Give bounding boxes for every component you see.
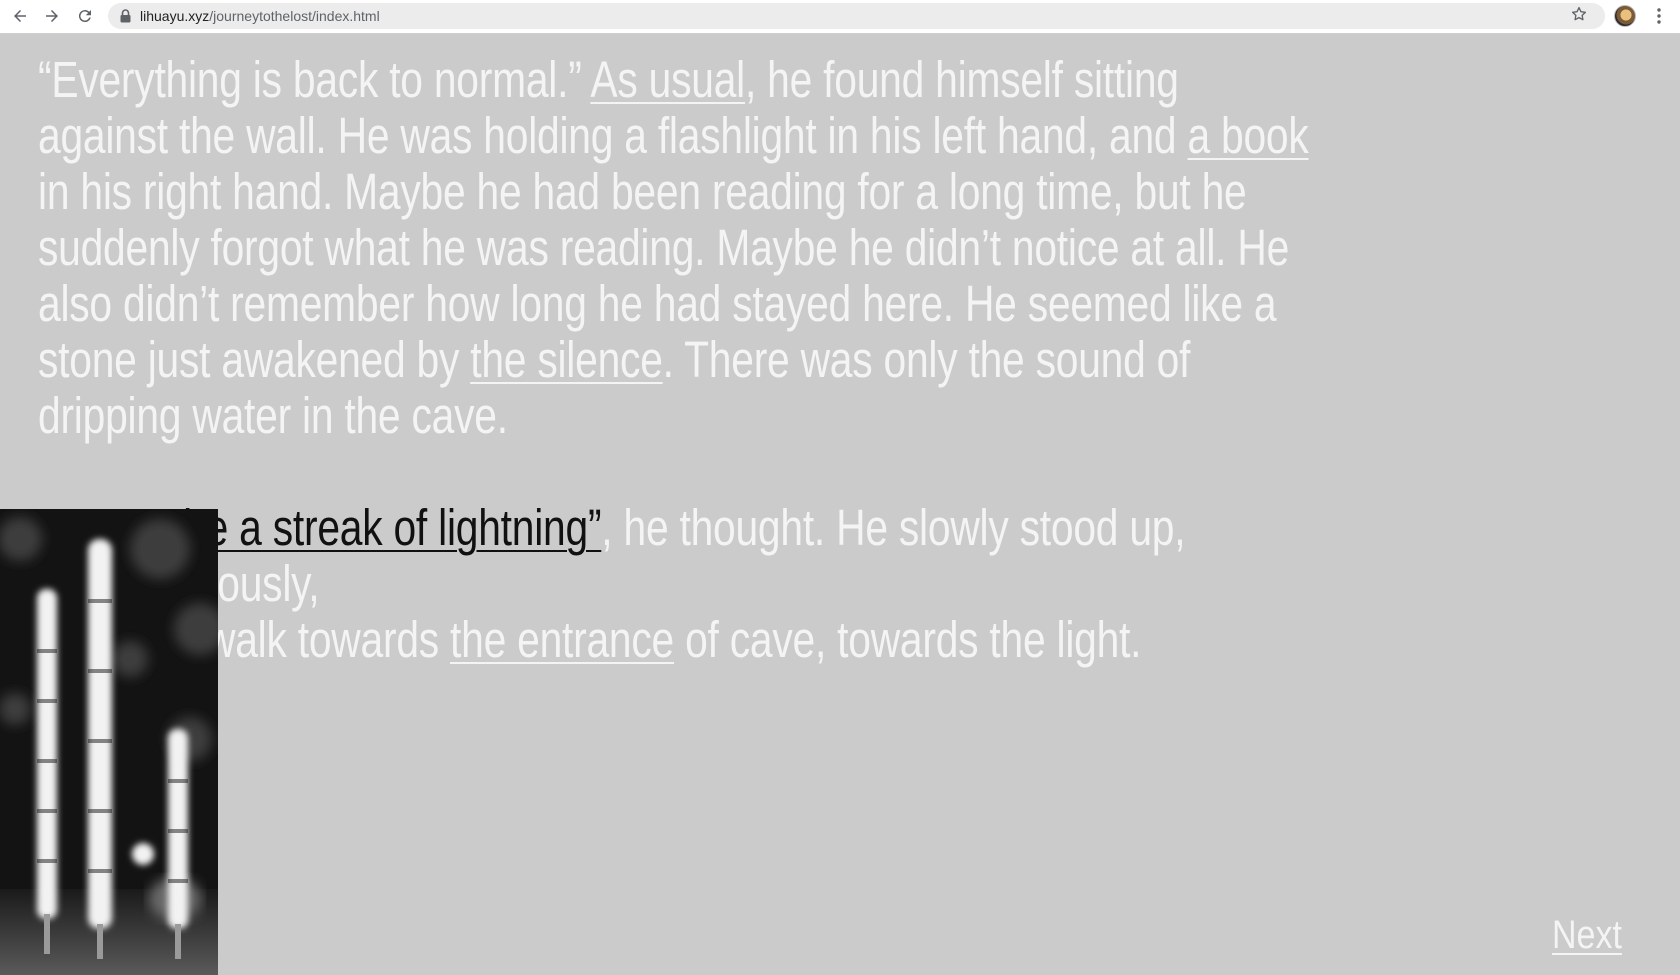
paragraph-1: “Everything is back to normal.” As usual…	[38, 52, 1318, 444]
profile-avatar[interactable]	[1614, 5, 1636, 27]
lock-icon	[120, 9, 131, 23]
link-as-usual[interactable]: As usual	[590, 51, 745, 108]
address-bar[interactable]: lihuayu.xyz/journeytothelost/index.html	[108, 3, 1605, 29]
paragraph-2: “It must be a streak of lightning”, he t…	[38, 500, 1318, 668]
p2-text-3: of cave, towards the light.	[674, 611, 1142, 668]
link-the-silence[interactable]: the silence	[470, 331, 663, 388]
light-columns-image	[0, 509, 218, 975]
forward-arrow-icon[interactable]	[41, 5, 63, 27]
browser-toolbar: lihuayu.xyz/journeytothelost/index.html	[0, 0, 1680, 34]
reload-icon[interactable]	[74, 5, 96, 27]
star-icon[interactable]	[1570, 5, 1588, 23]
link-a-book[interactable]: a book	[1187, 107, 1308, 164]
url-text: lihuayu.xyz/journeytothelost/index.html	[140, 3, 380, 29]
p1-text-1: “Everything is back to normal.”	[38, 51, 591, 108]
story-text: “Everything is back to normal.” As usual…	[38, 52, 1318, 668]
next-link[interactable]: Next	[1552, 911, 1622, 959]
p2-text-2: walk towards	[206, 611, 451, 668]
kebab-menu-icon[interactable]	[1650, 7, 1668, 25]
link-the-entrance[interactable]: the entrance	[450, 611, 674, 668]
back-arrow-icon[interactable]	[9, 5, 31, 27]
url-host: lihuayu.xyz	[140, 8, 210, 24]
url-path: /journeytothelost/index.html	[209, 8, 380, 24]
